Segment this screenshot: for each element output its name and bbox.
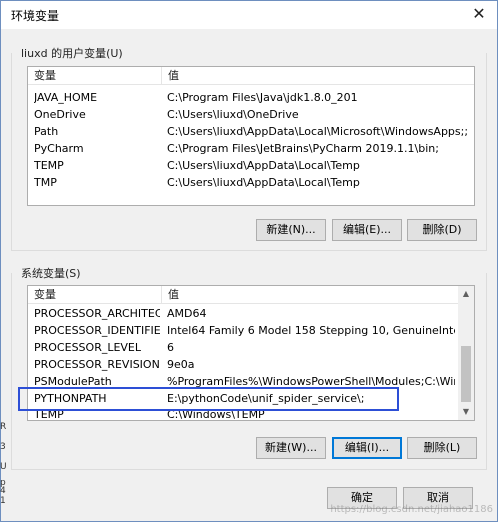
scroll-down-arrow-icon[interactable]: ▼ <box>458 404 474 420</box>
var-value: AMD64 <box>167 307 207 320</box>
system-delete-button[interactable]: 删除(L) <box>407 437 477 459</box>
table-row[interactable]: PROCESSOR_LEVEL 6 <box>28 339 458 356</box>
var-value: C:\Users\liuxd\AppData\Local\Microsoft\W… <box>167 125 467 138</box>
var-name: PROCESSOR_ARCHITECT... <box>34 307 160 320</box>
edge-text: 3 <box>0 442 6 452</box>
table-row[interactable]: JAVA_HOME C:\Program Files\Java\jdk1.8.0… <box>28 89 474 106</box>
watermark: https://blog.csdn.net/jiahao1186 <box>330 504 493 515</box>
column-header-variable[interactable]: 变量 <box>34 287 56 303</box>
table-row[interactable]: PROCESSOR_IDENTIFIER Intel64 Family 6 Mo… <box>28 322 458 339</box>
system-new-button[interactable]: 新建(W)... <box>256 437 326 459</box>
table-row[interactable]: OneDrive C:\Users\liuxd\OneDrive <box>28 106 474 123</box>
user-vars-header: 变量 值 <box>28 67 474 85</box>
edge-text: 4 <box>0 486 6 496</box>
user-new-button[interactable]: 新建(N)... <box>256 219 326 241</box>
title-bar: 环境变量 ✕ <box>1 1 497 29</box>
var-value: 9e0a <box>167 358 195 371</box>
var-value: C:\Program Files\JetBrains\PyCharm 2019.… <box>167 142 439 155</box>
table-row[interactable]: Path C:\Users\liuxd\AppData\Local\Micros… <box>28 123 474 140</box>
vertical-scrollbar[interactable]: ▲ ▼ <box>458 286 474 420</box>
user-delete-button[interactable]: 删除(D) <box>407 219 477 241</box>
system-edit-button[interactable]: 编辑(I)... <box>332 437 402 459</box>
var-name: TEMP <box>34 159 64 172</box>
close-icon[interactable]: ✕ <box>465 3 493 25</box>
var-name: PROCESSOR_REVISION <box>34 358 160 371</box>
column-header-value[interactable]: 值 <box>168 68 179 84</box>
var-value: C:\Users\liuxd\OneDrive <box>167 108 299 121</box>
user-vars-list[interactable]: 变量 值 JAVA_HOME C:\Program Files\Java\jdk… <box>27 66 475 206</box>
column-separator[interactable] <box>161 286 162 303</box>
edge-text: 1 <box>0 496 6 506</box>
var-value: C:\Users\liuxd\AppData\Local\Temp <box>167 159 360 172</box>
var-name: JAVA_HOME <box>34 91 98 104</box>
var-name: PROCESSOR_IDENTIFIER <box>34 324 160 337</box>
pythonpath-highlight-box <box>18 387 399 411</box>
window-title: 环境变量 <box>11 9 60 23</box>
background-window-bottom <box>0 522 500 527</box>
column-header-variable[interactable]: 变量 <box>34 68 56 84</box>
scroll-up-arrow-icon[interactable]: ▲ <box>458 286 474 302</box>
edge-text: U <box>0 462 7 472</box>
var-value: C:\Program Files\Java\jdk1.8.0_201 <box>167 91 358 104</box>
table-row[interactable]: PyCharm C:\Program Files\JetBrains\PyCha… <box>28 140 474 157</box>
column-separator[interactable] <box>161 67 162 84</box>
environment-variables-dialog: 环境变量 ✕ liuxd 的用户变量(U) 变量 值 JAVA_HOME C:\… <box>0 0 498 522</box>
table-row[interactable]: TEMP C:\Users\liuxd\AppData\Local\Temp <box>28 157 474 174</box>
var-name: PROCESSOR_LEVEL <box>34 341 142 354</box>
var-value: C:\Users\liuxd\AppData\Local\Temp <box>167 176 360 189</box>
var-name: Path <box>34 125 59 138</box>
var-value: Intel64 Family 6 Model 158 Stepping 10, … <box>167 324 455 337</box>
var-name: PyCharm <box>34 142 84 155</box>
column-header-value[interactable]: 值 <box>168 287 179 303</box>
table-row[interactable]: PROCESSOR_ARCHITECT... AMD64 <box>28 305 458 322</box>
edge-text: R <box>0 422 7 432</box>
background-window-edge: R 3 U p 4 1 <box>0 410 7 510</box>
system-vars-header: 变量 值 <box>28 286 458 304</box>
scrollbar-thumb[interactable] <box>461 346 471 402</box>
var-value: 6 <box>167 341 174 354</box>
user-edit-button[interactable]: 编辑(E)... <box>332 219 402 241</box>
table-row[interactable]: TMP C:\Users\liuxd\AppData\Local\Temp <box>28 174 474 191</box>
var-name: OneDrive <box>34 108 86 121</box>
table-row[interactable]: PROCESSOR_REVISION 9e0a <box>28 356 458 373</box>
var-name: TMP <box>34 176 57 189</box>
